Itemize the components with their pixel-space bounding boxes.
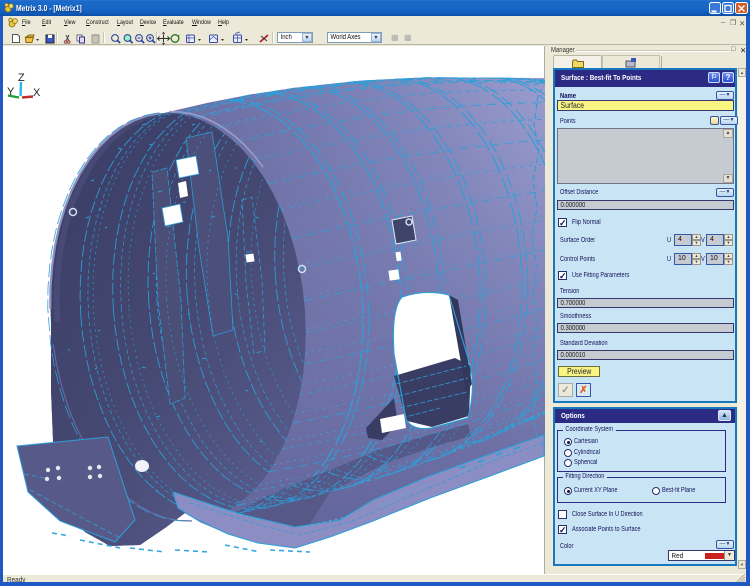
svg-text:X: X xyxy=(33,87,41,99)
